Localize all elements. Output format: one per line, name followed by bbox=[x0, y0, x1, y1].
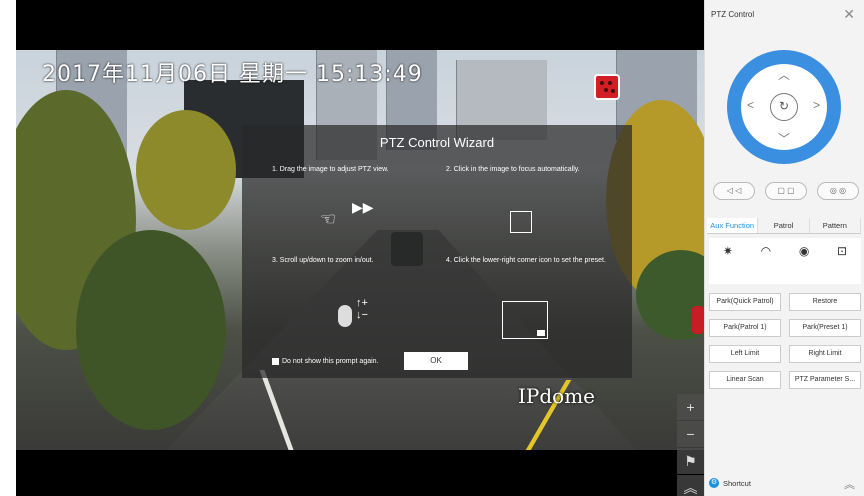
park-preset-1-button[interactable]: Park(Preset 1) bbox=[789, 319, 861, 337]
one-touch-focus-icon[interactable]: ◉ bbox=[799, 244, 809, 284]
arrow-down-icon[interactable]: ﹀ bbox=[778, 130, 790, 147]
panel-title: PTZ Control bbox=[711, 10, 755, 19]
arrow-up-icon[interactable]: ︿ bbox=[778, 66, 790, 83]
ptz-direction-dial[interactable]: ︿ ﹀ < > ↻ bbox=[727, 50, 841, 164]
checkbox-box[interactable] bbox=[272, 358, 279, 365]
tree bbox=[76, 230, 226, 430]
aux-icons-row: ✷ ◠ ◉ ⊡ bbox=[709, 238, 861, 284]
wizard-title: PTZ Control Wizard bbox=[379, 135, 495, 150]
dont-show-checkbox[interactable]: Do not show this prompt again. bbox=[272, 358, 379, 365]
ptz-function-buttons: Park(Quick Patrol) Restore Park(Patrol 1… bbox=[709, 293, 861, 389]
video-tool-strip: + − ⚑ ︽ bbox=[677, 394, 704, 496]
focus-click-icon bbox=[510, 211, 532, 233]
chevron-double-up-icon[interactable]: ︽ bbox=[844, 476, 855, 492]
wizard-step-3: 3. Scroll up/down to zoom in/out. bbox=[272, 257, 374, 264]
mouse-scroll-icon bbox=[338, 305, 352, 327]
shortcut-icon: ⚙ bbox=[709, 478, 719, 488]
park-patrol-1-button[interactable]: Park(Patrol 1) bbox=[709, 319, 781, 337]
plus-icon[interactable]: + bbox=[677, 394, 704, 420]
osd-timestamp: 2017年11月06日 星期一 15:13:49 bbox=[42, 62, 423, 87]
shortcut-toggle[interactable]: ⚙ Shortcut bbox=[709, 478, 751, 488]
wizard-step-2: 2. Click in the image to focus automatic… bbox=[446, 166, 580, 173]
auto-scan-icon[interactable]: ↻ bbox=[770, 93, 798, 121]
video-view[interactable]: 2017年11月06日 星期一 15:13:49 PTZ Control Wiz… bbox=[16, 0, 704, 496]
watermark-logo: IPdome bbox=[518, 384, 596, 408]
ok-button[interactable]: OK bbox=[404, 352, 468, 370]
wiper-icon[interactable]: ◠ bbox=[761, 244, 771, 284]
ptz-control-panel: PTZ Control ✕ ︿ ﹀ < > ↻ ◁ ◁ ▢ ▢ ◎ ◎ Aux … bbox=[704, 0, 864, 496]
dial-inner: ︿ ﹀ < > ↻ bbox=[741, 64, 827, 150]
arrow-right-icon[interactable]: > bbox=[813, 98, 820, 112]
focus-control-icon[interactable]: ▢ ▢ bbox=[765, 182, 807, 200]
fast-forward-icon: ▶▶ bbox=[352, 199, 374, 215]
ptz-tabs: Aux Function Patrol Pattern bbox=[707, 218, 861, 234]
ptz-parameter-button[interactable]: PTZ Parameter S... bbox=[789, 371, 861, 389]
record-icon bbox=[594, 74, 620, 100]
tab-pattern[interactable]: Pattern bbox=[809, 218, 861, 233]
lens-init-icon[interactable]: ⊡ bbox=[837, 244, 847, 284]
shortcut-label: Shortcut bbox=[723, 478, 751, 488]
restore-button[interactable]: Restore bbox=[789, 293, 861, 311]
tab-patrol[interactable]: Patrol bbox=[758, 218, 810, 233]
car bbox=[692, 306, 704, 334]
chevron-up-icon[interactable]: ︽ bbox=[677, 475, 704, 496]
zoom-focus-iris-row: ◁ ◁ ▢ ▢ ◎ ◎ bbox=[713, 182, 859, 200]
wizard-step-4: 4. Click the lower-right corner icon to … bbox=[446, 257, 606, 264]
linear-scan-button[interactable]: Linear Scan bbox=[709, 371, 781, 389]
zoom-arrows-icon: ↑+ ↓− bbox=[356, 297, 368, 321]
right-limit-button[interactable]: Right Limit bbox=[789, 345, 861, 363]
park-quick-patrol-button[interactable]: Park(Quick Patrol) bbox=[709, 293, 781, 311]
iris-control-icon[interactable]: ◎ ◎ bbox=[817, 182, 859, 200]
arrow-left-icon[interactable]: < bbox=[747, 98, 754, 112]
close-icon[interactable]: ✕ bbox=[843, 6, 855, 23]
left-limit-button[interactable]: Left Limit bbox=[709, 345, 781, 363]
wizard-step-1: 1. Drag the image to adjust PTZ view. bbox=[272, 166, 389, 173]
drag-hand-icon: ☜ bbox=[320, 209, 337, 229]
dont-show-label: Do not show this prompt again. bbox=[282, 358, 379, 365]
zoom-control-icon[interactable]: ◁ ◁ bbox=[713, 182, 755, 200]
flag-icon[interactable]: ⚑ bbox=[677, 448, 704, 474]
tree bbox=[136, 110, 236, 230]
minus-icon[interactable]: − bbox=[677, 421, 704, 447]
tab-aux-function[interactable]: Aux Function bbox=[707, 218, 759, 233]
ptz-wizard-dialog: PTZ Control Wizard 1. Drag the image to … bbox=[242, 125, 632, 378]
preset-corner-icon bbox=[502, 301, 548, 339]
light-icon[interactable]: ✷ bbox=[723, 244, 733, 284]
